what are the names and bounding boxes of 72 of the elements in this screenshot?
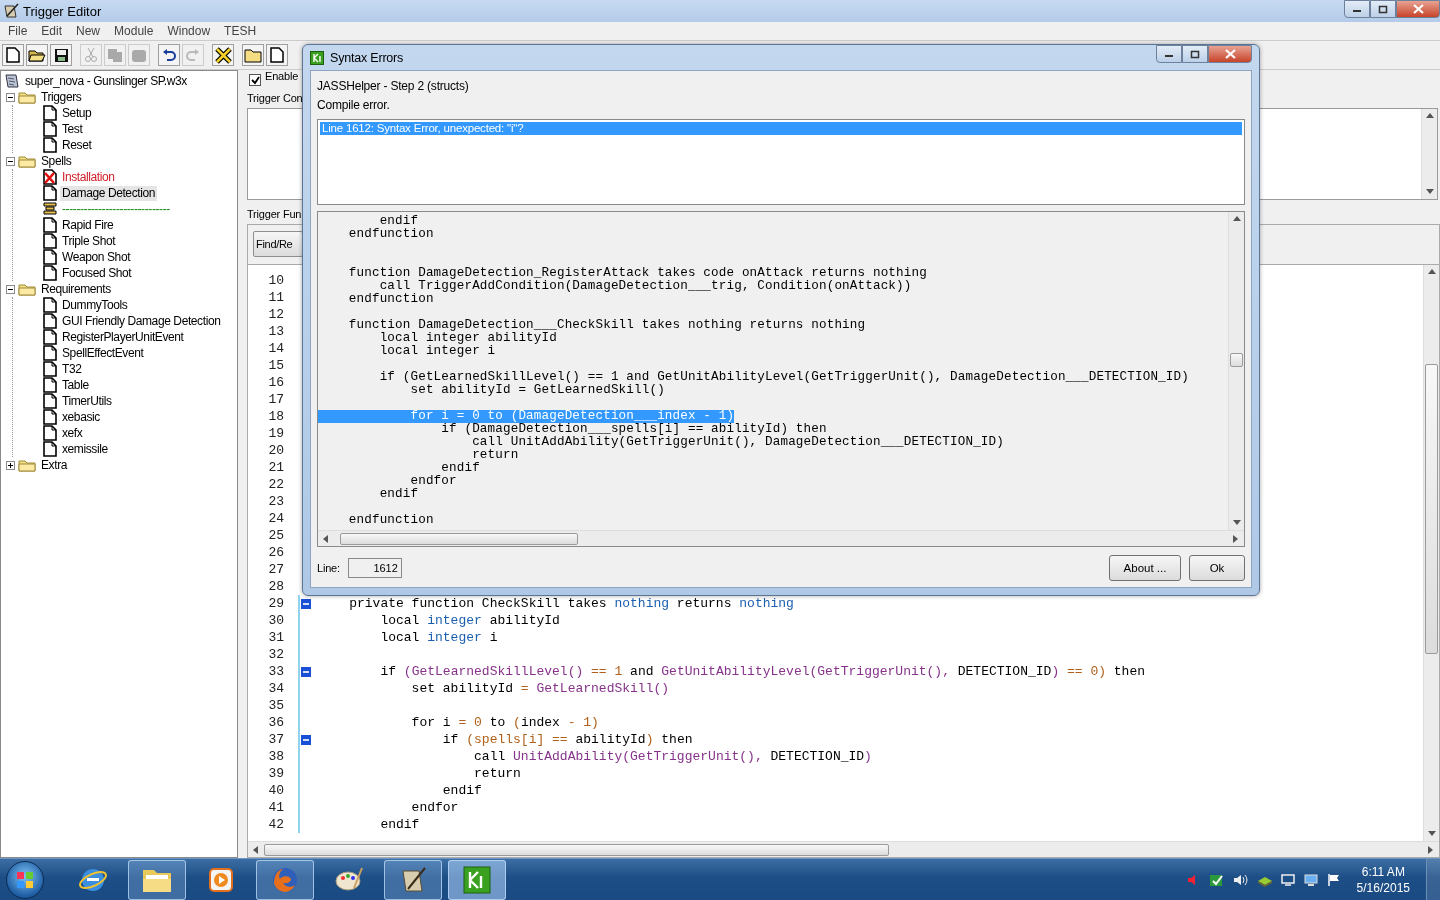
line-number: 25 bbox=[267, 528, 285, 543]
code-line: endfunction bbox=[347, 514, 434, 527]
line-number: 38 bbox=[267, 749, 285, 764]
step-text: JASSHelper - Step 2 (structs) bbox=[317, 79, 470, 95]
code-line: if (DamageDetection___spells[i] == abilityId) then bbox=[440, 423, 827, 436]
line-number: 16 bbox=[267, 375, 285, 390]
code-line: endfor bbox=[409, 475, 457, 488]
code-line: local integer abilityId bbox=[378, 332, 557, 345]
code-line: call TriggerAddCondition(DamageDetection___trig, Condition(onAttack)) bbox=[378, 280, 912, 293]
window-title: Trigger Editor bbox=[23, 3, 102, 19]
line-number: 31 bbox=[267, 630, 285, 645]
line-number: 35 bbox=[267, 698, 285, 713]
line-number: 41 bbox=[267, 800, 285, 815]
line-number: 12 bbox=[267, 307, 285, 322]
code-line: if (GetLearnedSkillLevel() == 1 and GetUnitAbilityLevel(GetTriggerUnit(), DETECTION_ID) == 0) then bbox=[379, 664, 1145, 679]
line-number: 34 bbox=[267, 681, 285, 696]
section-label: Trigger Con bbox=[247, 92, 303, 104]
status-text: Compile error. bbox=[317, 98, 391, 114]
code-line: endfor bbox=[410, 800, 459, 815]
code-line: private function CheckSkill takes nothing returns nothing bbox=[348, 596, 794, 611]
line-number: 29 bbox=[267, 596, 285, 611]
code-line: endfunction bbox=[347, 293, 434, 306]
line-number: 26 bbox=[267, 545, 285, 560]
code-line: return bbox=[473, 766, 521, 781]
code-line: endfunction bbox=[347, 228, 434, 241]
code-line: call UnitAddAbility(GetTriggerUnit(), DamageDetection___DETECTION_ID) bbox=[472, 436, 1004, 449]
line-number: 11 bbox=[267, 290, 285, 305]
dialog-title: Syntax Errors bbox=[330, 50, 404, 65]
line-number: 28 bbox=[267, 579, 285, 594]
line-number: 42 bbox=[267, 817, 285, 832]
line-number: 20 bbox=[267, 443, 285, 458]
line-number: 37 bbox=[267, 732, 285, 747]
line-number: 22 bbox=[267, 477, 285, 492]
line-number: 15 bbox=[267, 358, 285, 373]
code-line: if (spells[i] == abilityId) then bbox=[441, 732, 693, 747]
line-number: 30 bbox=[267, 613, 285, 628]
line-number: 39 bbox=[267, 766, 285, 781]
code-line: local integer i bbox=[379, 630, 498, 645]
line-number: 13 bbox=[267, 324, 285, 339]
line-number: 23 bbox=[267, 494, 285, 509]
code-line: if (GetLearnedSkillLevel() == 1 and GetUnitAbilityLevel(GetTriggerUnit(), DamageDetection___DETECTION_ID) bbox=[378, 371, 1189, 384]
code-line: local integer abilityId bbox=[379, 613, 560, 628]
code-line: function DamageDetection___CheckSkill takes nothing returns nothing bbox=[347, 319, 866, 332]
line-number: 14 bbox=[267, 341, 285, 356]
line-number: 27 bbox=[267, 562, 285, 577]
line-number: 21 bbox=[267, 460, 285, 475]
line-number: 19 bbox=[267, 426, 285, 441]
code-line: return bbox=[471, 449, 519, 462]
clock-date: 5/16/2015 bbox=[1356, 879, 1410, 896]
line-number: 18 bbox=[267, 409, 285, 424]
code-line: function DamageDetection_RegisterAttack takes code onAttack returns nothing bbox=[347, 267, 927, 280]
line-number: 10 bbox=[267, 273, 285, 288]
line-number: 17 bbox=[267, 392, 285, 407]
line-number: 32 bbox=[267, 647, 285, 662]
code-line: endif bbox=[379, 817, 420, 832]
line-number: 40 bbox=[267, 783, 285, 798]
code-line: for i = 0 to (index - 1) bbox=[410, 715, 599, 730]
code-line: call UnitAddAbility(GetTriggerUnit(), DETECTION_ID) bbox=[473, 749, 872, 764]
line-number: 33 bbox=[267, 664, 285, 679]
code-line: endif bbox=[378, 215, 419, 228]
section-label: Trigger Fun bbox=[247, 208, 302, 220]
code-line: local integer i bbox=[378, 345, 496, 358]
code-line: set abilityId = GetLearnedSkill() bbox=[410, 681, 670, 696]
code-line: endif bbox=[441, 783, 482, 798]
code-line: endif bbox=[378, 488, 419, 501]
code-line: set abilityId = GetLearnedSkill() bbox=[410, 384, 665, 397]
checkbox-label: Enable bbox=[265, 70, 299, 82]
code-line: endif bbox=[440, 462, 480, 475]
line-label: Line: bbox=[317, 562, 340, 574]
clock-time: 6:11 AM bbox=[1361, 863, 1405, 880]
line-number: 24 bbox=[267, 511, 285, 526]
line-number: 36 bbox=[267, 715, 285, 730]
